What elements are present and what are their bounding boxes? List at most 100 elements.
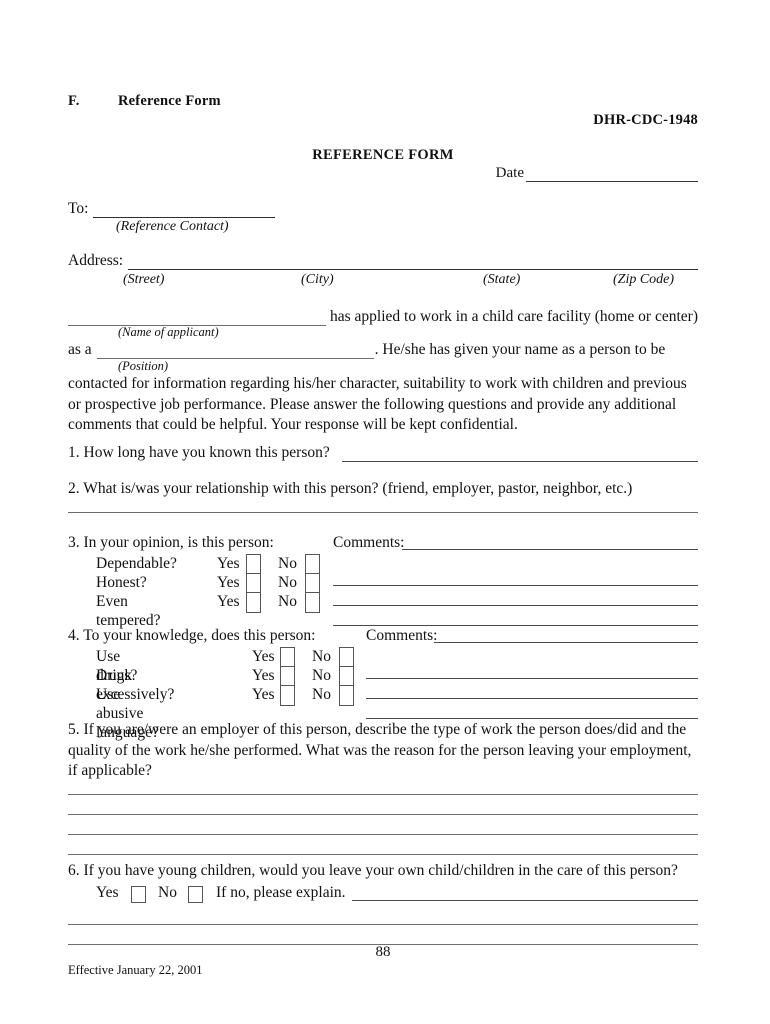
question-3-no-label-1: No (278, 574, 297, 591)
question-3-yes-checkbox-1[interactable] (247, 574, 260, 593)
question-3-comment-lines (333, 566, 698, 626)
question-6-answer-line-1[interactable] (68, 905, 698, 925)
reference-contact-input-line[interactable] (93, 201, 276, 218)
address-field-row: Address: (68, 252, 698, 270)
question-4-yes-label-0: Yes (252, 648, 275, 665)
question-4-yes-checkbox-column (280, 647, 295, 706)
question-6-heading: 6. If you have young children, would you… (68, 862, 678, 879)
question-4-comments-line-3[interactable] (366, 699, 698, 719)
question-4-heading: 4. To your knowledge, does this person: (68, 627, 316, 644)
address-label: Address: (68, 252, 124, 269)
question-3-item-1-label: Honest? (96, 574, 147, 591)
to-label: To: (68, 200, 89, 217)
question-3-yes-checkbox-column (246, 554, 261, 613)
question-2-input-line[interactable] (68, 512, 698, 513)
question-3-no-checkbox-column (305, 554, 320, 613)
question-6-answer-row: Yes No If no, please explain. (96, 884, 698, 904)
date-input-line[interactable] (526, 166, 698, 182)
question-3-yes-label-0: Yes (217, 555, 240, 572)
question-3-comments-line-2[interactable] (333, 586, 698, 606)
position-caption: (Position) (118, 359, 168, 373)
question-3-no-label-0: No (278, 555, 297, 572)
city-caption: (City) (301, 272, 334, 287)
question-4-yes-label-2: Yes (252, 686, 275, 703)
position-input-line[interactable] (96, 342, 374, 359)
question-3-yes-checkbox-2[interactable] (247, 593, 260, 612)
to-field-row: To: (68, 200, 276, 218)
question-4-comment-lines (366, 659, 698, 719)
question-4-no-checkbox-0[interactable] (340, 648, 353, 667)
effective-date: Effective January 22, 2001 (68, 963, 203, 977)
question-3-item-2-label: Even tempered? (96, 593, 161, 629)
question-4-comments-line-1[interactable] (366, 659, 698, 679)
question-3-yes-label-1: Yes (217, 574, 240, 591)
section-letter: F. (68, 93, 80, 109)
zip-caption: (Zip Code) (613, 272, 675, 287)
question-3-no-checkbox-0[interactable] (306, 555, 319, 574)
section-heading: F. Reference Form (68, 93, 221, 110)
question-6-no-checkbox[interactable] (188, 886, 203, 903)
question-1-text: 1. How long have you known this person? (68, 444, 330, 461)
question-4-yes-checkbox-2[interactable] (281, 686, 294, 705)
question-3-comments-line-0[interactable] (402, 549, 698, 550)
intro-paragraph: contacted for information regarding his/… (68, 375, 687, 433)
page-number: 88 (375, 944, 391, 960)
question-3-no-checkbox-1[interactable] (306, 574, 319, 593)
state-caption: (State) (483, 272, 521, 287)
reference-contact-caption: (Reference Contact) (116, 219, 229, 234)
applicant-name-row: has applied to work in a child care faci… (68, 308, 698, 326)
position-tail-text: . He/she has given your name as a person… (374, 341, 666, 358)
question-4-yes-label-1: Yes (252, 667, 275, 684)
question-6-yes-checkbox[interactable] (131, 886, 146, 903)
question-4-yes-checkbox-0[interactable] (281, 648, 294, 667)
question-3-comments-line-3[interactable] (333, 606, 698, 626)
question-6-answer-lines (68, 905, 698, 945)
address-input-line[interactable] (128, 253, 698, 270)
question-6-explain-input-line[interactable] (352, 900, 698, 901)
question-4-comments-line-0[interactable] (434, 642, 698, 643)
question-4-comments-line-2[interactable] (366, 679, 698, 699)
applied-text: has applied to work in a child care faci… (330, 308, 698, 325)
document-page: F. Reference Form DHR-CDC-1948 REFERENCE … (0, 0, 770, 1024)
question-5-answer-line-4[interactable] (68, 835, 698, 855)
question-5-text: 5. If you are/were an employer of this p… (68, 721, 692, 779)
as-a-label: as a (68, 341, 92, 358)
question-5-answer-line-3[interactable] (68, 815, 698, 835)
question-4-no-label-0: No (312, 648, 331, 665)
question-4-no-label-2: No (312, 686, 331, 703)
question-3-no-label-2: No (278, 593, 297, 610)
question-3-yes-label-2: Yes (217, 593, 240, 610)
question-3-comments-line-1[interactable] (333, 566, 698, 586)
question-2-text: 2. What is/was your relationship with th… (68, 480, 633, 497)
question-6-no-label: No (158, 884, 177, 901)
question-5-answer-lines (68, 775, 698, 855)
question-4-no-checkbox-1[interactable] (340, 667, 353, 686)
question-1-input-line[interactable] (341, 445, 698, 462)
applicant-name-caption: (Name of applicant) (118, 325, 219, 339)
question-6-explain-label: If no, please explain. (216, 884, 346, 901)
section-title: Reference Form (118, 93, 221, 109)
question-5-answer-line-1[interactable] (68, 775, 698, 795)
address-captions: (Street) (City) (State) (Zip Code) (68, 272, 698, 290)
street-caption: (Street) (123, 272, 165, 287)
applicant-name-input-line[interactable] (68, 309, 327, 326)
question-3-heading: 3. In your opinion, is this person: (68, 534, 274, 551)
date-field-row: Date (438, 165, 698, 182)
question-4-yes-checkbox-1[interactable] (281, 667, 294, 686)
question-4-comments-label: Comments: (366, 627, 438, 644)
date-label: Date (495, 165, 524, 181)
position-row: as a . He/she has given your name as a p… (68, 341, 698, 359)
question-3-yes-checkbox-0[interactable] (247, 555, 260, 574)
question-4-no-checkbox-2[interactable] (340, 686, 353, 705)
question-3-comments-label: Comments: (333, 534, 405, 551)
question-5-answer-line-2[interactable] (68, 795, 698, 815)
question-6-yes-label: Yes (96, 884, 119, 901)
question-4-no-label-1: No (312, 667, 331, 684)
question-1: 1. How long have you known this person? (68, 444, 698, 462)
form-number: DHR-CDC-1948 (593, 112, 698, 128)
question-3-no-checkbox-2[interactable] (306, 593, 319, 612)
question-6-answer-line-2[interactable] (68, 925, 698, 945)
question-3-item-0-label: Dependable? (96, 555, 177, 572)
question-4-no-checkbox-column (339, 647, 354, 706)
page-title: REFERENCE FORM (312, 147, 454, 163)
